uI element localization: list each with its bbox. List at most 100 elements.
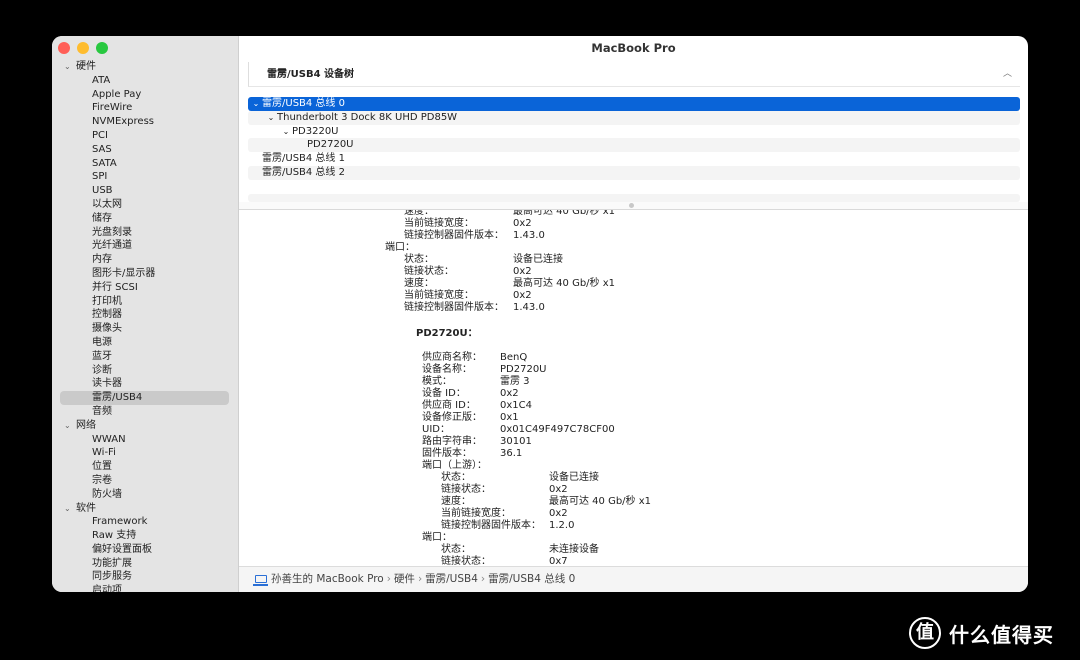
sidebar-item[interactable]: WWAN (52, 433, 239, 447)
tree-row[interactable]: 雷雳/USB4 总线 1 (248, 152, 1020, 166)
sidebar-item[interactable]: 打印机 (52, 295, 239, 309)
sidebar-item[interactable]: 图形卡/显示器 (52, 267, 239, 281)
sidebar-group-2[interactable]: ⌄ 软件 (52, 502, 239, 516)
sidebar-item[interactable]: 摄像头 (52, 322, 239, 336)
system-information-window: ⌄ 硬件 ATA Apple Pay FireWire NVMExpress PCI SAS S… (52, 36, 1028, 592)
tree-row-label: Thunderbolt 3 Dock 8K UHD PD85W (277, 111, 458, 123)
sidebar-item[interactable]: 内存 (52, 253, 239, 267)
sidebar-item[interactable]: Raw 支持 (52, 529, 239, 543)
sidebar-item[interactable]: 读卡器 (52, 377, 239, 391)
detail-pane: 速度： 最高可达 40 Gb/秒 x1 当前链接宽度： 0x2 链接控制器固件版本： 1.… (239, 210, 1028, 566)
tree-row[interactable]: 雷雳/USB4 总线 2 (248, 165, 1020, 180)
sidebar-item[interactable]: 启动项 (52, 584, 239, 592)
chevron-down-icon[interactable]: ⌄ (280, 125, 292, 139)
sidebar-item[interactable]: NVMExpress (52, 115, 239, 129)
detail-value: 最高可达 40 Gb/秒 x1 (549, 496, 652, 507)
detail-value: 0x2 (513, 266, 532, 277)
sidebar-group-label: 硬件 (76, 61, 96, 72)
close-button[interactable] (58, 42, 70, 54)
window-title: MacBook Pro (591, 41, 676, 55)
sidebar-item[interactable]: 位置 (52, 460, 239, 474)
sidebar-item[interactable]: 防火墙 (52, 488, 239, 502)
detail-device-heading: PD2720U： (416, 328, 478, 339)
zoom-button[interactable] (96, 42, 108, 54)
detail-value: 30101 (500, 436, 532, 447)
minimize-button[interactable] (77, 42, 89, 54)
path-separator: › (417, 573, 423, 585)
device-tree-header[interactable]: 雷雳/USB4 设备树 ︿ (248, 62, 1020, 87)
detail-value: 0x2 (549, 484, 568, 495)
detail-value: 0x2 (513, 218, 532, 229)
sidebar-item[interactable]: Apple Pay (52, 88, 239, 102)
sidebar-item[interactable]: 光盘刻录 (52, 226, 239, 240)
detail-value: BenQ (500, 352, 528, 363)
tree-row[interactable]: ⌄ Thunderbolt 3 Dock 8K UHD PD85W (248, 110, 1020, 125)
sidebar-item[interactable]: 同步服务 (52, 570, 239, 584)
detail-value: PD2720U (500, 364, 547, 375)
path-item[interactable]: 孙善生的 MacBook Pro (271, 573, 384, 585)
sidebar-item[interactable]: 宗卷 (52, 474, 239, 488)
detail-key: 链接状态： (441, 556, 491, 566)
sidebar-item[interactable]: 储存 (52, 212, 239, 226)
device-tree: ⌄ 雷雳/USB4 总线 0 ⌄ Thunderbolt 3 Dock 8K UHD … (248, 97, 1020, 180)
tree-row[interactable]: ⌄ PD3220U (248, 125, 1020, 139)
device-tree-title: 雷雳/USB4 设备树 (267, 69, 355, 80)
chevron-down-icon[interactable]: ⌄ (64, 502, 71, 516)
detail-key: 供应商名称： (422, 352, 482, 363)
sidebar-item[interactable]: USB (52, 184, 239, 198)
detail-value: 雷雳 3 (500, 376, 530, 387)
chevron-down-icon[interactable]: ⌄ (64, 419, 71, 433)
sidebar-item[interactable]: Framework (52, 515, 239, 529)
watermark-text: 什么值得买 (949, 622, 1054, 647)
sidebar-item[interactable]: 蓝牙 (52, 350, 239, 364)
sidebar-item[interactable]: 光纤通道 (52, 239, 239, 253)
detail-key: 当前链接宽度： (441, 508, 511, 519)
path-item[interactable]: 雷雳/USB4 (425, 573, 478, 585)
chevron-down-icon[interactable]: ⌄ (265, 111, 277, 125)
detail-value: 1.2.0 (549, 520, 575, 531)
sidebar-item[interactable]: SPI (52, 170, 239, 184)
sidebar-item[interactable]: FireWire (52, 101, 239, 115)
watermark: 值 什么值得买 (909, 616, 1054, 650)
detail-value: 0x1 (500, 412, 519, 423)
detail-key: 供应商 ID： (422, 400, 476, 411)
tree-row-label: PD3220U (292, 125, 339, 137)
sidebar-item[interactable]: Wi-Fi (52, 446, 239, 460)
tree-row[interactable]: ⌄ 雷雳/USB4 总线 0 (248, 97, 1020, 111)
sidebar-item[interactable]: 并行 SCSI (52, 281, 239, 295)
divider-handle-icon[interactable] (629, 203, 634, 208)
sidebar: ⌄ 硬件 ATA Apple Pay FireWire NVMExpress PCI SAS S… (52, 36, 239, 592)
detail-key: 状态： (441, 472, 471, 483)
chevron-down-icon[interactable]: ⌄ (250, 97, 262, 111)
detail-value: 36.1 (500, 448, 523, 459)
detail-value: 0x2 (500, 388, 519, 399)
split-view-divider[interactable] (239, 202, 1028, 210)
path-item[interactable]: 硬件 (394, 573, 415, 585)
detail-value: 最高可达 40 Gb/秒 x1 (513, 278, 616, 289)
path-separator: › (386, 573, 391, 585)
sidebar-item[interactable]: 雷雳/USB4 (60, 391, 229, 405)
sidebar-item[interactable]: SAS (52, 143, 239, 157)
detail-key: 当前链接宽度： (404, 218, 474, 229)
sidebar-item[interactable]: 偏好设置面板 (52, 543, 239, 557)
sidebar-item[interactable]: ATA (52, 74, 239, 88)
detail-key: 状态： (441, 544, 471, 555)
sidebar-item[interactable]: 控制器 (52, 308, 239, 322)
sidebar-item[interactable]: 音频 (52, 405, 239, 419)
detail-key: 设备名称： (422, 364, 472, 375)
sidebar-item[interactable]: 诊断 (52, 364, 239, 378)
detail-key: 链接状态： (404, 266, 454, 277)
sidebar-group-0[interactable]: ⌄ 硬件 (52, 60, 239, 74)
collapse-chevron-icon[interactable]: ︿ (1003, 62, 1012, 87)
sidebar-item[interactable]: SATA (52, 157, 239, 171)
sidebar-item[interactable]: 功能扩展 (52, 557, 239, 571)
detail-key: 模式： (422, 376, 452, 387)
path-item[interactable]: 雷雳/USB4 总线 0 (488, 573, 575, 585)
detail-key: 状态： (404, 254, 434, 265)
sidebar-group-1[interactable]: ⌄ 网络 (52, 419, 239, 433)
sidebar-item[interactable]: 以太网 (52, 198, 239, 212)
sidebar-item[interactable]: PCI (52, 129, 239, 143)
sidebar-item[interactable]: 电源 (52, 336, 239, 350)
tree-row[interactable]: PD2720U (248, 138, 1020, 153)
chevron-down-icon[interactable]: ⌄ (64, 60, 71, 74)
